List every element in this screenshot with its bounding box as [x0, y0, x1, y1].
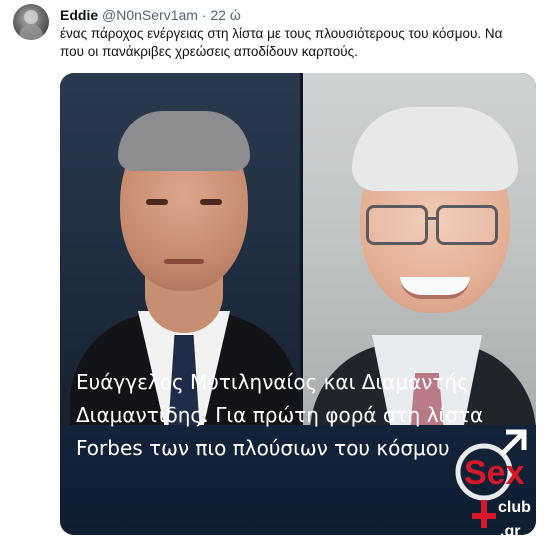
- tweet-text: ένας πάροχος ενέργειας στη λίστα με τους…: [60, 26, 503, 59]
- right-man-hair: [352, 107, 518, 191]
- left-man-eye: [200, 199, 222, 205]
- left-man-mouth: [164, 259, 204, 264]
- caption-line-3: Forbes των πιο πλούσιων του κόσμου: [76, 436, 450, 460]
- separator-dot: ·: [201, 7, 207, 23]
- display-name[interactable]: Eddie: [60, 7, 98, 23]
- avatar-head-shape: [24, 10, 38, 24]
- left-man-eye: [146, 199, 168, 205]
- glasses-bridge: [425, 217, 437, 220]
- svg-text:club: club: [498, 499, 531, 516]
- right-man-smile: [400, 277, 470, 299]
- tweet-header: Eddie @N0nServ1am · 22 ώ: [60, 6, 241, 24]
- glasses-left-lens: [366, 205, 428, 245]
- user-handle[interactable]: @N0nServ1am: [102, 7, 198, 23]
- avatar-body-shape: [19, 24, 43, 40]
- avatar[interactable]: [13, 4, 49, 40]
- left-man-hair: [118, 111, 250, 171]
- sexclub-watermark-logo: Sex club .gr: [455, 429, 531, 540]
- tweet[interactable]: Eddie @N0nServ1am · 22 ώ ένας πάροχος εν…: [0, 0, 550, 547]
- svg-text:Sex: Sex: [464, 454, 525, 492]
- tweet-timestamp[interactable]: 22 ώ: [210, 7, 240, 23]
- glasses-right-lens: [436, 205, 498, 245]
- svg-text:.gr: .gr: [500, 523, 520, 540]
- caption-line-2: Διαμαντίδης: Για πρώτη φορά στη λίστα: [76, 403, 484, 427]
- caption-line-1: Ευάγγελος Μυτιληναίος και Διαμαντής: [76, 370, 469, 394]
